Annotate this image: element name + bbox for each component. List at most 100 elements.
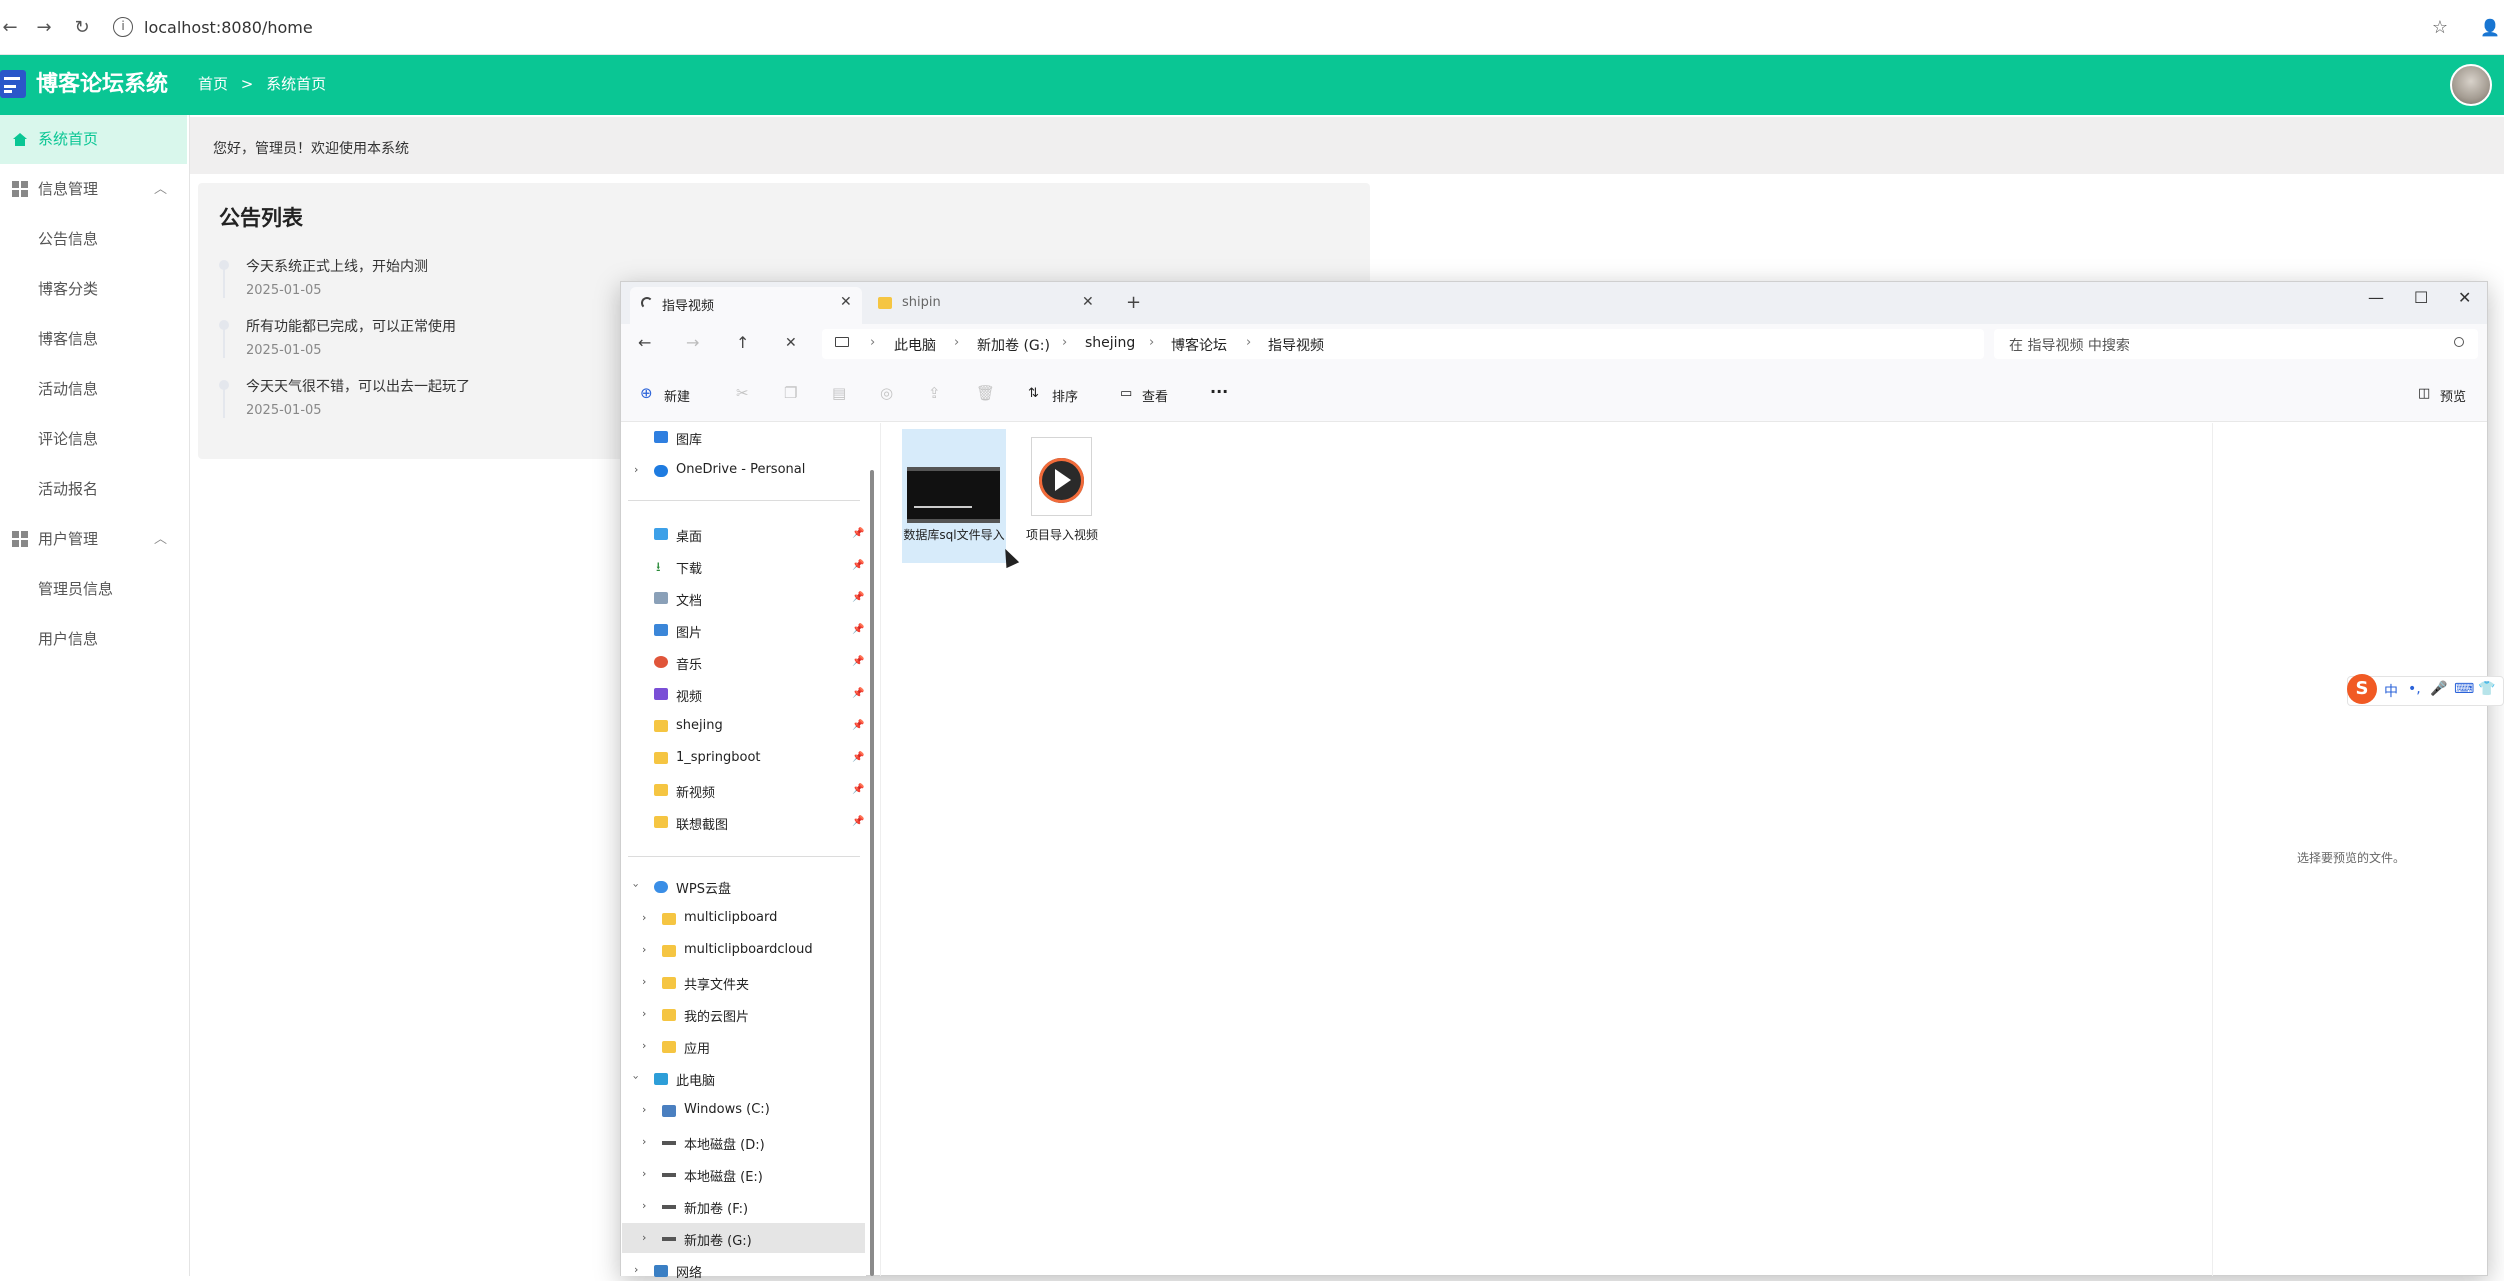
pin-icon[interactable]: 📌: [852, 720, 864, 731]
sort-button[interactable]: 排序: [1052, 386, 1078, 405]
address-segment[interactable]: 新加卷 (G:): [977, 335, 1050, 355]
nav-item-pictures[interactable]: 图片: [676, 622, 702, 641]
rename-icon[interactable]: ◎: [880, 384, 893, 402]
nav-item-onedrive[interactable]: OneDrive - Personal: [676, 462, 805, 477]
address-segment[interactable]: shejing: [1085, 335, 1135, 351]
file-name[interactable]: 数据库sql文件导入: [902, 528, 1006, 543]
sidebar-item-blog-category[interactable]: 博客分类: [38, 278, 98, 300]
new-tab-icon[interactable]: +: [1126, 292, 1141, 313]
new-button[interactable]: 新建: [664, 386, 690, 405]
search-icon[interactable]: [2454, 337, 2464, 347]
chevron-right-icon[interactable]: ›: [642, 1135, 646, 1148]
sidebar-item-admin[interactable]: 管理员信息: [38, 578, 113, 600]
nav-item-folder[interactable]: multiclipboard: [684, 910, 777, 925]
sidebar-item-user[interactable]: 用户信息: [38, 628, 98, 650]
address-segment[interactable]: 此电脑: [894, 335, 936, 355]
nav-item-this-pc[interactable]: 此电脑: [676, 1070, 715, 1089]
address-separator[interactable]: ›: [870, 335, 875, 350]
preview-button[interactable]: 预览: [2440, 386, 2466, 405]
stop-icon[interactable]: ✕: [785, 335, 797, 351]
close-icon[interactable]: ✕: [840, 294, 852, 310]
sidebar-group-user[interactable]: 用户管理: [38, 528, 98, 550]
chevron-right-icon[interactable]: ›: [642, 943, 646, 956]
ime-voice-icon[interactable]: 🎤: [2430, 681, 2447, 697]
nav-item-folder[interactable]: 我的云图片: [684, 1006, 749, 1025]
pin-icon[interactable]: 📌: [852, 624, 864, 635]
chevron-right-icon[interactable]: ›: [642, 1007, 646, 1020]
paste-icon[interactable]: ▤: [832, 384, 846, 402]
nav-item-drive[interactable]: 本地磁盘 (D:): [684, 1134, 765, 1153]
pin-icon[interactable]: 📌: [852, 528, 864, 539]
sidebar-item-blog[interactable]: 博客信息: [38, 328, 98, 350]
nav-item-network[interactable]: 网络: [676, 1262, 702, 1281]
chevron-right-icon[interactable]: ›: [642, 975, 646, 988]
profile-icon[interactable]: 👤: [2478, 16, 2502, 40]
chevron-down-icon[interactable]: ›: [630, 883, 643, 887]
address-bar[interactable]: localhost:8080/home: [144, 14, 313, 42]
address-separator[interactable]: ›: [1062, 335, 1067, 350]
nav-item-wps[interactable]: WPS云盘: [676, 878, 731, 897]
chevron-right-icon[interactable]: ›: [642, 1199, 646, 1212]
minimize-icon[interactable]: —: [2368, 288, 2384, 307]
close-icon[interactable]: ✕: [1082, 294, 1094, 310]
nav-item-downloads[interactable]: 下载: [676, 558, 702, 577]
back-icon[interactable]: ←: [0, 16, 22, 40]
nav-item-gallery[interactable]: 图库: [676, 429, 702, 448]
chevron-right-icon[interactable]: ›: [634, 463, 638, 476]
chevron-right-icon[interactable]: ›: [642, 1231, 646, 1244]
avatar[interactable]: [2450, 64, 2492, 106]
view-button[interactable]: 查看: [1142, 386, 1168, 405]
sidebar-item-home[interactable]: 系统首页: [38, 128, 98, 150]
ime-skin-icon[interactable]: 👕: [2478, 681, 2495, 697]
maximize-icon[interactable]: ☐: [2414, 288, 2428, 307]
sogou-ime-logo-icon[interactable]: S: [2347, 674, 2377, 704]
explorer-tab-label[interactable]: 指导视频: [662, 295, 714, 314]
ime-keyboard-icon[interactable]: ⌨: [2454, 681, 2474, 697]
nav-item-drive[interactable]: 本地磁盘 (E:): [684, 1166, 763, 1185]
address-separator[interactable]: ›: [1149, 335, 1154, 350]
nav-item-videos[interactable]: 视频: [676, 686, 702, 705]
address-separator[interactable]: ›: [954, 335, 959, 350]
ime-punctuation-icon[interactable]: •,: [2408, 681, 2421, 697]
breadcrumb-home[interactable]: 首页: [198, 75, 228, 93]
chevron-right-icon[interactable]: ›: [642, 1039, 646, 1052]
pin-icon[interactable]: 📌: [852, 560, 864, 571]
nav-item-folder[interactable]: 应用: [684, 1038, 710, 1057]
nav-item-drive[interactable]: Windows (C:): [684, 1102, 770, 1117]
forward-icon[interactable]: →: [686, 333, 699, 352]
nav-item-drive[interactable]: 新加卷 (G:): [684, 1230, 752, 1249]
sidebar-item-notice[interactable]: 公告信息: [38, 228, 98, 250]
share-icon[interactable]: ⇪: [928, 384, 941, 402]
cut-icon[interactable]: ✂: [736, 384, 749, 402]
nav-item-folder[interactable]: shejing: [676, 718, 723, 733]
nav-item-documents[interactable]: 文档: [676, 590, 702, 609]
pin-icon[interactable]: 📌: [852, 816, 864, 827]
back-icon[interactable]: ←: [638, 333, 651, 352]
pin-icon[interactable]: 📌: [852, 688, 864, 699]
nav-item-desktop[interactable]: 桌面: [676, 526, 702, 545]
pin-icon[interactable]: 📌: [852, 656, 864, 667]
forward-icon[interactable]: →: [32, 16, 56, 40]
reload-icon[interactable]: ↻: [70, 16, 94, 40]
chevron-right-icon[interactable]: ›: [642, 911, 646, 924]
address-segment[interactable]: 指导视频: [1268, 335, 1324, 355]
close-window-icon[interactable]: ✕: [2458, 288, 2471, 307]
pin-icon[interactable]: 📌: [852, 592, 864, 603]
bookmark-star-icon[interactable]: ☆: [2428, 16, 2452, 40]
chevron-down-icon[interactable]: ›: [630, 1075, 643, 1079]
more-icon[interactable]: ···: [1210, 382, 1228, 401]
nav-item-drive[interactable]: 新加卷 (F:): [684, 1198, 748, 1217]
nav-item-folder[interactable]: multiclipboardcloud: [684, 942, 813, 957]
ime-chinese-mode-icon[interactable]: 中: [2384, 681, 2398, 701]
sidebar-group-info[interactable]: 信息管理: [38, 178, 98, 200]
nav-item-folder[interactable]: 1_springboot: [676, 750, 761, 765]
sidebar-item-activity[interactable]: 活动信息: [38, 378, 98, 400]
delete-icon[interactable]: 🗑: [976, 384, 995, 402]
site-info-icon[interactable]: i: [113, 17, 133, 37]
up-icon[interactable]: ↑: [736, 333, 749, 352]
chevron-up-icon[interactable]: ︿: [154, 528, 167, 547]
copy-icon[interactable]: ❐: [784, 384, 797, 402]
sidebar-item-registration[interactable]: 活动报名: [38, 478, 98, 500]
pin-icon[interactable]: 📌: [852, 784, 864, 795]
chevron-right-icon[interactable]: ›: [634, 1263, 638, 1276]
